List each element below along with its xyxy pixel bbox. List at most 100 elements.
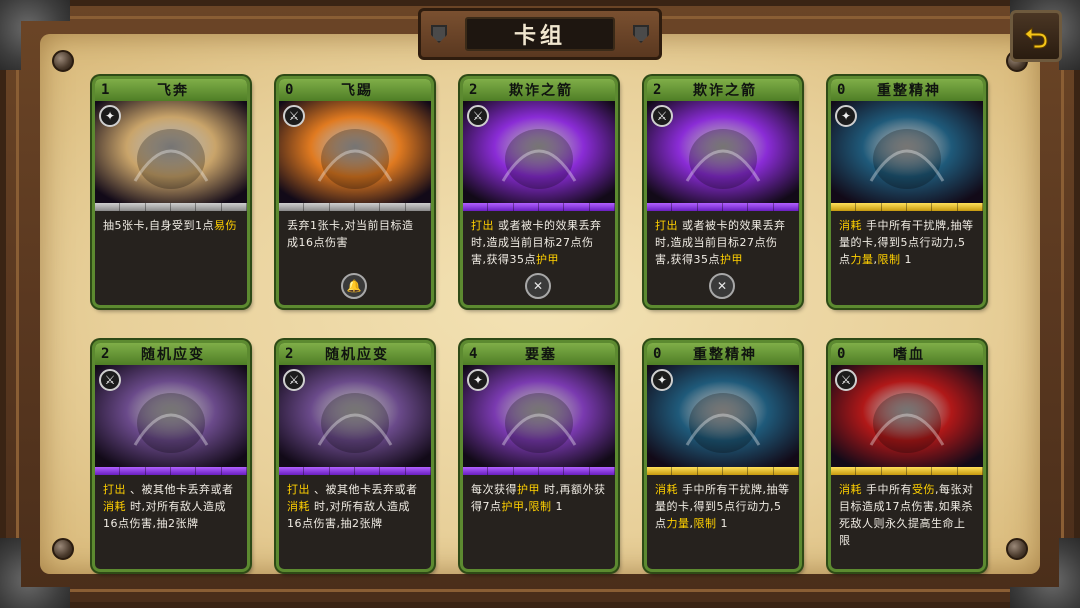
rarity-bar-segment [513,467,539,475]
keyword: 消耗 [103,500,126,513]
rarity-bar-segment [538,203,565,211]
keyword: 打出 [103,483,126,496]
card-header: 2 随机应变 [279,343,431,365]
rarity-bar-segment [856,467,882,475]
description-text: 1 [551,500,563,513]
rarity-bar-segment [589,467,615,475]
rarity-bar [279,467,431,475]
back-button[interactable] [1010,10,1062,62]
card[interactable]: 0 嗜血 ⚔ 消耗 手中所有受伤,每张对目标造成17点伤害,如果杀死敌人则永久提高生命… [828,340,986,572]
card[interactable]: 2 欺诈之箭 ⚔ 打出 或者被卡的效果丢弃时,造成当前目标27点伤害,获得35点护甲 ✕ [644,76,802,308]
rivet [52,50,74,72]
card-cost: 0 [285,82,294,98]
card-art: ⚔ [647,101,799,203]
card-name: 重整精神 [693,347,757,363]
rarity-bar-segment [279,203,305,211]
rarity-bar-segment [329,467,355,475]
sword-icon: ⚔ [99,369,121,391]
rarity-bar-segment [145,467,171,475]
rarity-bar-segment [304,467,330,475]
rarity-bar-segment [405,467,431,475]
card-description: 打出 或者被卡的效果丢弃时,造成当前目标27点伤害,获得35点护甲 [647,211,799,274]
rarity-bar-segment [647,203,673,211]
skill-star-icon: ✦ [835,105,857,127]
card-name: 飞踢 [341,83,373,99]
card-header: 2 欺诈之箭 [647,79,799,101]
card-name: 随机应变 [325,347,389,363]
rarity-bar-segment [831,203,857,211]
card-name: 飞奔 [157,83,189,99]
card-name: 要塞 [525,347,557,363]
rarity-bar-segment [354,467,381,475]
sword-icon: ⚔ [283,369,305,391]
rarity-bar-segment [957,467,983,475]
sword-icon: ⚔ [651,105,673,127]
card[interactable]: 4 要塞 ✦ 每次获得护甲 时,再额外获得7点护甲,限制 1 [460,340,618,572]
card-cost: 1 [101,82,110,98]
title-plate: 卡组 [418,8,662,60]
rarity-bar-segment [170,203,197,211]
rarity-bar [279,203,431,211]
rarity-bar-segment [881,203,907,211]
description-text: 丢弃1张卡,对当前目标造成16点伤害 [287,219,414,249]
card-art: ⚔ [279,365,431,467]
skill-star-icon: ✦ [99,105,121,127]
keyword: 打出 [655,219,678,232]
card[interactable]: 1 飞奔 ✦ 抽5张卡,自身受到1点易伤 [92,76,250,308]
rarity-bar-segment [672,467,698,475]
rarity-bar-segment [221,203,247,211]
card-header: 2 欺诈之箭 [463,79,615,101]
card-header: 0 嗜血 [831,343,983,365]
rarity-bar [647,203,799,211]
keyword: 限制 [528,500,552,513]
rarity-bar-segment [463,467,489,475]
card-cost: 0 [837,346,846,362]
rarity-bar-segment [538,467,565,475]
rarity-bar-segment [221,467,247,475]
card-cost: 2 [653,82,662,98]
rarity-bar-segment [120,467,146,475]
card[interactable]: 2 随机应变 ⚔ 打出 、被其他卡丢弃或者消耗 时,对所有敌人造成16点伤害,抽2张牌 [92,340,250,572]
card-art: ✦ [647,365,799,467]
card[interactable]: 0 重整精神 ✦ 消耗 手中所有干扰牌,抽等量的卡,得到5点行动力,5点力量,限制 1 [644,340,802,572]
crossbow-icon: ✕ [525,273,551,299]
rarity-bar-segment [380,203,406,211]
card-cost: 0 [837,82,846,98]
keyword: 力量 [850,253,874,266]
rarity-bar-segment [672,203,698,211]
keyword: 消耗 [839,219,862,232]
rarity-bar-segment [304,203,330,211]
rarity-bar-segment [95,467,121,475]
card[interactable]: 0 飞踢 ⚔ 丢弃1张卡,对当前目标造成16点伤害 🔔 [276,76,434,308]
rarity-bar-segment [906,467,933,475]
card-description: 丢弃1张卡,对当前目标造成16点伤害 [279,211,431,257]
rarity-bar [95,467,247,475]
card-header: 0 重整精神 [647,343,799,365]
card[interactable]: 2 随机应变 ⚔ 打出 、被其他卡丢弃或者消耗 时,对所有敌人造成16点伤害,抽2张牌 [276,340,434,572]
keyword: 打出 [471,219,494,232]
card[interactable]: 2 欺诈之箭 ⚔ 打出 或者被卡的效果丢弃时,造成当前目标27点伤害,获得35点护甲 ✕ [460,76,618,308]
card-cost: 0 [653,346,662,362]
keyword: 限制 [693,517,717,530]
card-art: ⚔ [95,365,247,467]
rarity-bar-segment [513,203,539,211]
keyword: 护甲 [501,500,525,513]
rarity-bar-segment [748,203,774,211]
rarity-bar-segment [932,203,958,211]
rarity-bar-segment [145,203,171,211]
keyword: 消耗 [655,483,678,496]
return-arrow-icon [1024,26,1048,49]
rarity-bar-segment [488,203,514,211]
card-header: 1 飞奔 [95,79,247,101]
shield-icon [431,25,447,43]
rarity-bar-segment [697,203,723,211]
description-text: 每次获得 [471,483,517,496]
card-name: 欺诈之箭 [509,83,573,99]
card[interactable]: 0 重整精神 ✦ 消耗 手中所有干扰牌,抽等量的卡,得到5点行动力,5点力量,限制 1 [828,76,986,308]
rarity-bar-segment [831,467,857,475]
keyword: 受伤 [912,483,935,496]
card-name: 随机应变 [141,347,205,363]
keyword: 消耗 [287,500,310,513]
rarity-bar-segment [773,203,799,211]
rarity-bar [831,203,983,211]
